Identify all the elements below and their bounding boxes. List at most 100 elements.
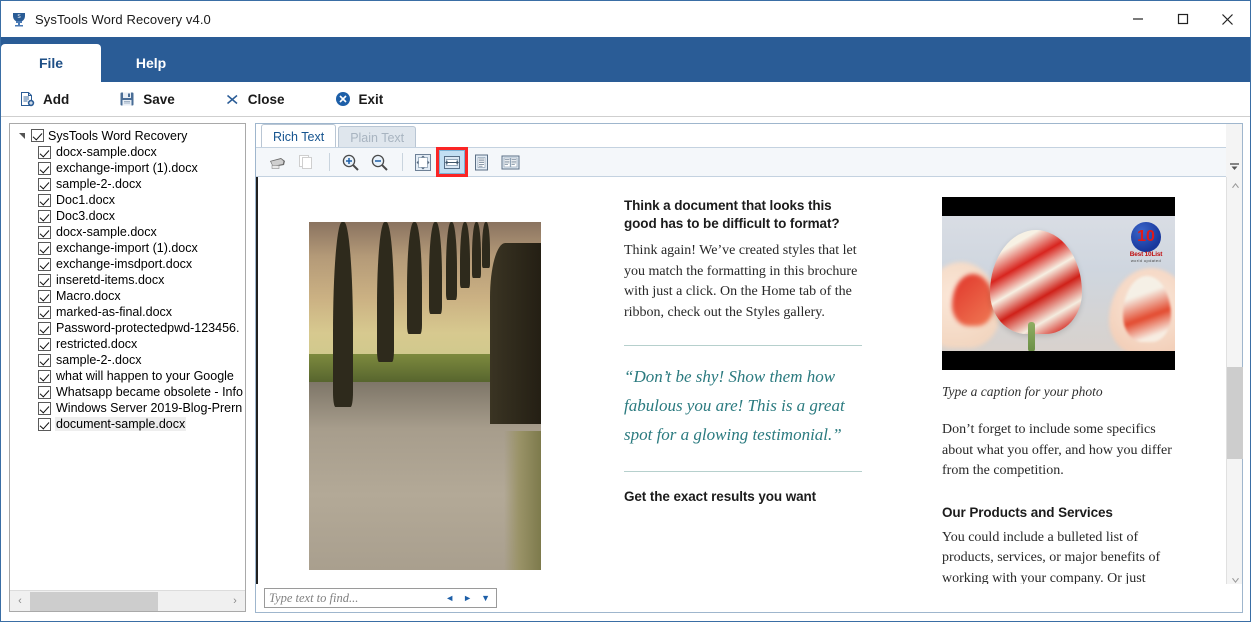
photo-cypress-8	[482, 222, 490, 268]
photo-cypress-5	[446, 222, 457, 300]
tree-item[interactable]: Password-protectedpwd-123456.	[10, 320, 245, 336]
tree-item-label: Doc1.docx	[56, 193, 116, 207]
app-logo-icon: S	[11, 11, 27, 27]
tree-item-checkbox[interactable]	[38, 225, 51, 239]
toolbar-separator-2	[402, 153, 403, 171]
cypress-road-landscape-photo	[309, 222, 541, 570]
tree-item-checkbox[interactable]	[38, 209, 51, 223]
find-navigation: ◄ ► ▼	[445, 593, 492, 603]
tree-item-label: what will happen to your Google	[56, 369, 234, 383]
tree-item[interactable]: Macro.docx	[10, 288, 245, 304]
tree-item-checkbox[interactable]	[38, 161, 51, 175]
tree-item-checkbox[interactable]	[38, 289, 51, 303]
minimize-button[interactable]	[1115, 1, 1160, 37]
scroll-right-arrow-icon[interactable]: ›	[225, 592, 245, 611]
find-prev-icon[interactable]: ◄	[445, 593, 454, 603]
tab-file-label: File	[38, 55, 64, 71]
document-page-canvas[interactable]: Type a caption for your photo Think a do…	[256, 177, 1227, 589]
tree-root-checkbox[interactable]	[31, 129, 44, 142]
tree-item-checkbox[interactable]	[38, 257, 51, 271]
tree-item[interactable]: inseretd-items.docx	[10, 272, 245, 288]
save-button-label: Save	[143, 91, 175, 107]
tree-item[interactable]: Whatsapp became obsolete - Info	[10, 384, 245, 400]
tree-hscroll-track[interactable]	[30, 591, 225, 611]
tree-item-checkbox[interactable]	[38, 193, 51, 207]
tree-horizontal-scrollbar[interactable]: ‹ ›	[10, 590, 245, 611]
maximize-button[interactable]	[1160, 1, 1205, 37]
scroll-up-arrow-icon[interactable]	[1227, 177, 1243, 194]
photo-cypress-4	[429, 222, 442, 314]
zoom-in-icon[interactable]	[337, 150, 363, 174]
tree-item[interactable]: restricted.docx	[10, 336, 245, 352]
fit-page-icon[interactable]	[410, 150, 436, 174]
tab-rich-text[interactable]: Rich Text	[261, 124, 337, 148]
tree-item-checkbox[interactable]	[38, 385, 51, 399]
right-photo-caption: Type a caption for your photo	[942, 384, 1103, 399]
tree-root-node[interactable]: SysTools Word Recovery	[10, 127, 245, 144]
tab-help[interactable]: Help	[101, 44, 201, 82]
tree-item[interactable]: Doc1.docx	[10, 192, 245, 208]
scroll-left-arrow-icon[interactable]: ‹	[10, 592, 30, 611]
find-options-chevron-down-icon[interactable]: ▼	[481, 593, 490, 603]
tree-item[interactable]: exchange-import (1).docx	[10, 160, 245, 176]
tree-item-label: exchange-import (1).docx	[56, 161, 198, 175]
tree-item[interactable]: sample-2-.docx	[10, 176, 245, 192]
search-input[interactable]: Type text to find...	[269, 591, 445, 606]
tree-item[interactable]: document-sample.docx	[10, 416, 245, 432]
tree-hscroll-thumb[interactable]	[30, 591, 158, 611]
single-page-icon[interactable]	[468, 150, 494, 174]
chevron-expand-icon[interactable]	[16, 130, 28, 142]
file-tree-panel: SysTools Word Recovery docx-sample.docx e…	[9, 123, 246, 612]
exit-button[interactable]: Exit	[335, 91, 383, 107]
tree-item[interactable]: Windows Server 2019-Blog-Prern	[10, 400, 245, 416]
viewer-vscroll-thumb[interactable]	[1227, 367, 1243, 459]
viewer-vertical-scrollbar[interactable]	[1226, 177, 1243, 589]
document-middle-column: Think a document that looks this good ha…	[624, 197, 862, 506]
tree-item-checkbox[interactable]	[38, 145, 51, 159]
find-input-wrapper[interactable]: Type text to find... ◄ ► ▼	[264, 588, 497, 608]
tree-item-label: Macro.docx	[56, 289, 121, 303]
tree-item[interactable]: marked-as-final.docx	[10, 304, 245, 320]
exit-circle-icon	[335, 91, 351, 107]
tree-item-checkbox[interactable]	[38, 337, 51, 351]
close-button[interactable]	[1205, 1, 1250, 37]
tree-item-checkbox[interactable]	[38, 273, 51, 287]
tree-item-label: sample-2-.docx	[56, 353, 142, 367]
tree-item[interactable]: exchange-import (1).docx	[10, 240, 245, 256]
tree-item-checkbox[interactable]	[38, 321, 51, 335]
print-icon[interactable]	[264, 150, 290, 174]
middle-divider-bottom	[624, 471, 862, 472]
fit-width-icon[interactable]	[436, 147, 468, 177]
middle-heading-2: Get the exact results you want	[624, 489, 817, 504]
zoom-out-icon[interactable]	[366, 150, 392, 174]
tree-item[interactable]: docx-sample.docx	[10, 144, 245, 160]
add-button[interactable]: Add	[19, 91, 69, 107]
tree-item[interactable]: sample-2-.docx	[10, 352, 245, 368]
tree-item-checkbox[interactable]	[38, 241, 51, 255]
tree-item-checkbox[interactable]	[38, 177, 51, 191]
save-button[interactable]: Save	[119, 91, 175, 107]
tree-item-checkbox[interactable]	[38, 417, 51, 431]
photo-cypress-6	[460, 222, 470, 288]
viewer-split-handle[interactable]	[1226, 124, 1242, 177]
tree-item[interactable]: what will happen to your Google	[10, 368, 245, 384]
copy-pages-icon[interactable]	[293, 150, 319, 174]
viewer-tab-strip: Rich Text Plain Text	[256, 124, 417, 148]
tree-item[interactable]: docx-sample.docx	[10, 224, 245, 240]
two-page-icon[interactable]	[497, 150, 523, 174]
middle-divider-top	[624, 345, 862, 346]
tree-root-label: SysTools Word Recovery	[48, 128, 188, 143]
tab-plain-text[interactable]: Plain Text	[338, 126, 417, 148]
tree-item-checkbox[interactable]	[38, 369, 51, 383]
tab-file[interactable]: File	[1, 44, 101, 82]
document-left-column: Type a caption for your photo	[309, 222, 546, 589]
photo-cypress-2	[377, 222, 394, 362]
tree-item-checkbox[interactable]	[38, 401, 51, 415]
command-bar: Add Save Close Exit	[1, 82, 1250, 117]
tree-item-checkbox[interactable]	[38, 305, 51, 319]
tree-item[interactable]: exchange-imsdport.docx	[10, 256, 245, 272]
find-next-icon[interactable]: ►	[463, 593, 472, 603]
tree-item-checkbox[interactable]	[38, 353, 51, 367]
tree-item[interactable]: Doc3.docx	[10, 208, 245, 224]
close-button-cmd[interactable]: Close	[225, 92, 285, 107]
